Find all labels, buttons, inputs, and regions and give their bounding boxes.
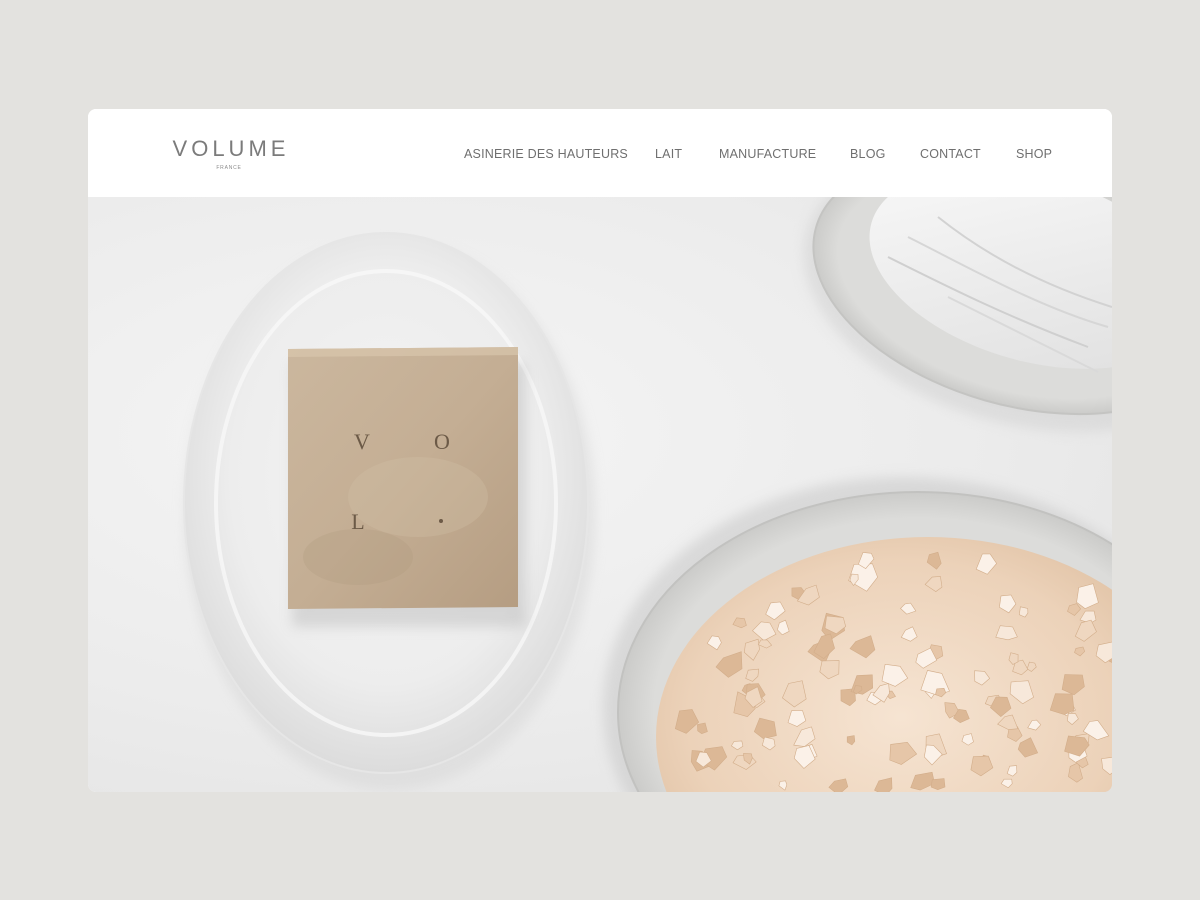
nav-item-contact[interactable]: CONTACT xyxy=(920,146,981,162)
soap-stamp-dot xyxy=(439,519,443,523)
nav-item-lait[interactable]: LAIT xyxy=(655,146,682,162)
soap-stamp-l: L xyxy=(351,509,364,534)
soap-stamp-v: V xyxy=(354,429,370,454)
brand-subtitle: FRANCE xyxy=(216,165,242,171)
site-header: VOLUME FRANCE ASINERIE DES HAUTEURS LAIT… xyxy=(88,109,1112,197)
nav-item-manufacture[interactable]: MANUFACTURE xyxy=(719,146,816,162)
hero-image: V O L xyxy=(88,197,1112,792)
salt-crystal xyxy=(930,778,946,791)
hero-photo-illustration: V O L xyxy=(183,197,1112,792)
soap-stamp-o: O xyxy=(434,429,450,454)
website-frame: VOLUME FRANCE ASINERIE DES HAUTEURS LAIT… xyxy=(88,109,1112,792)
nav-item-shop[interactable]: SHOP xyxy=(1016,146,1052,162)
nav-item-asinerie[interactable]: ASINERIE DES HAUTEURS xyxy=(464,146,628,162)
nav-item-blog[interactable]: BLOG xyxy=(850,146,886,162)
main-nav: ASINERIE DES HAUTEURS LAIT MANUFACTURE B… xyxy=(88,146,1112,162)
